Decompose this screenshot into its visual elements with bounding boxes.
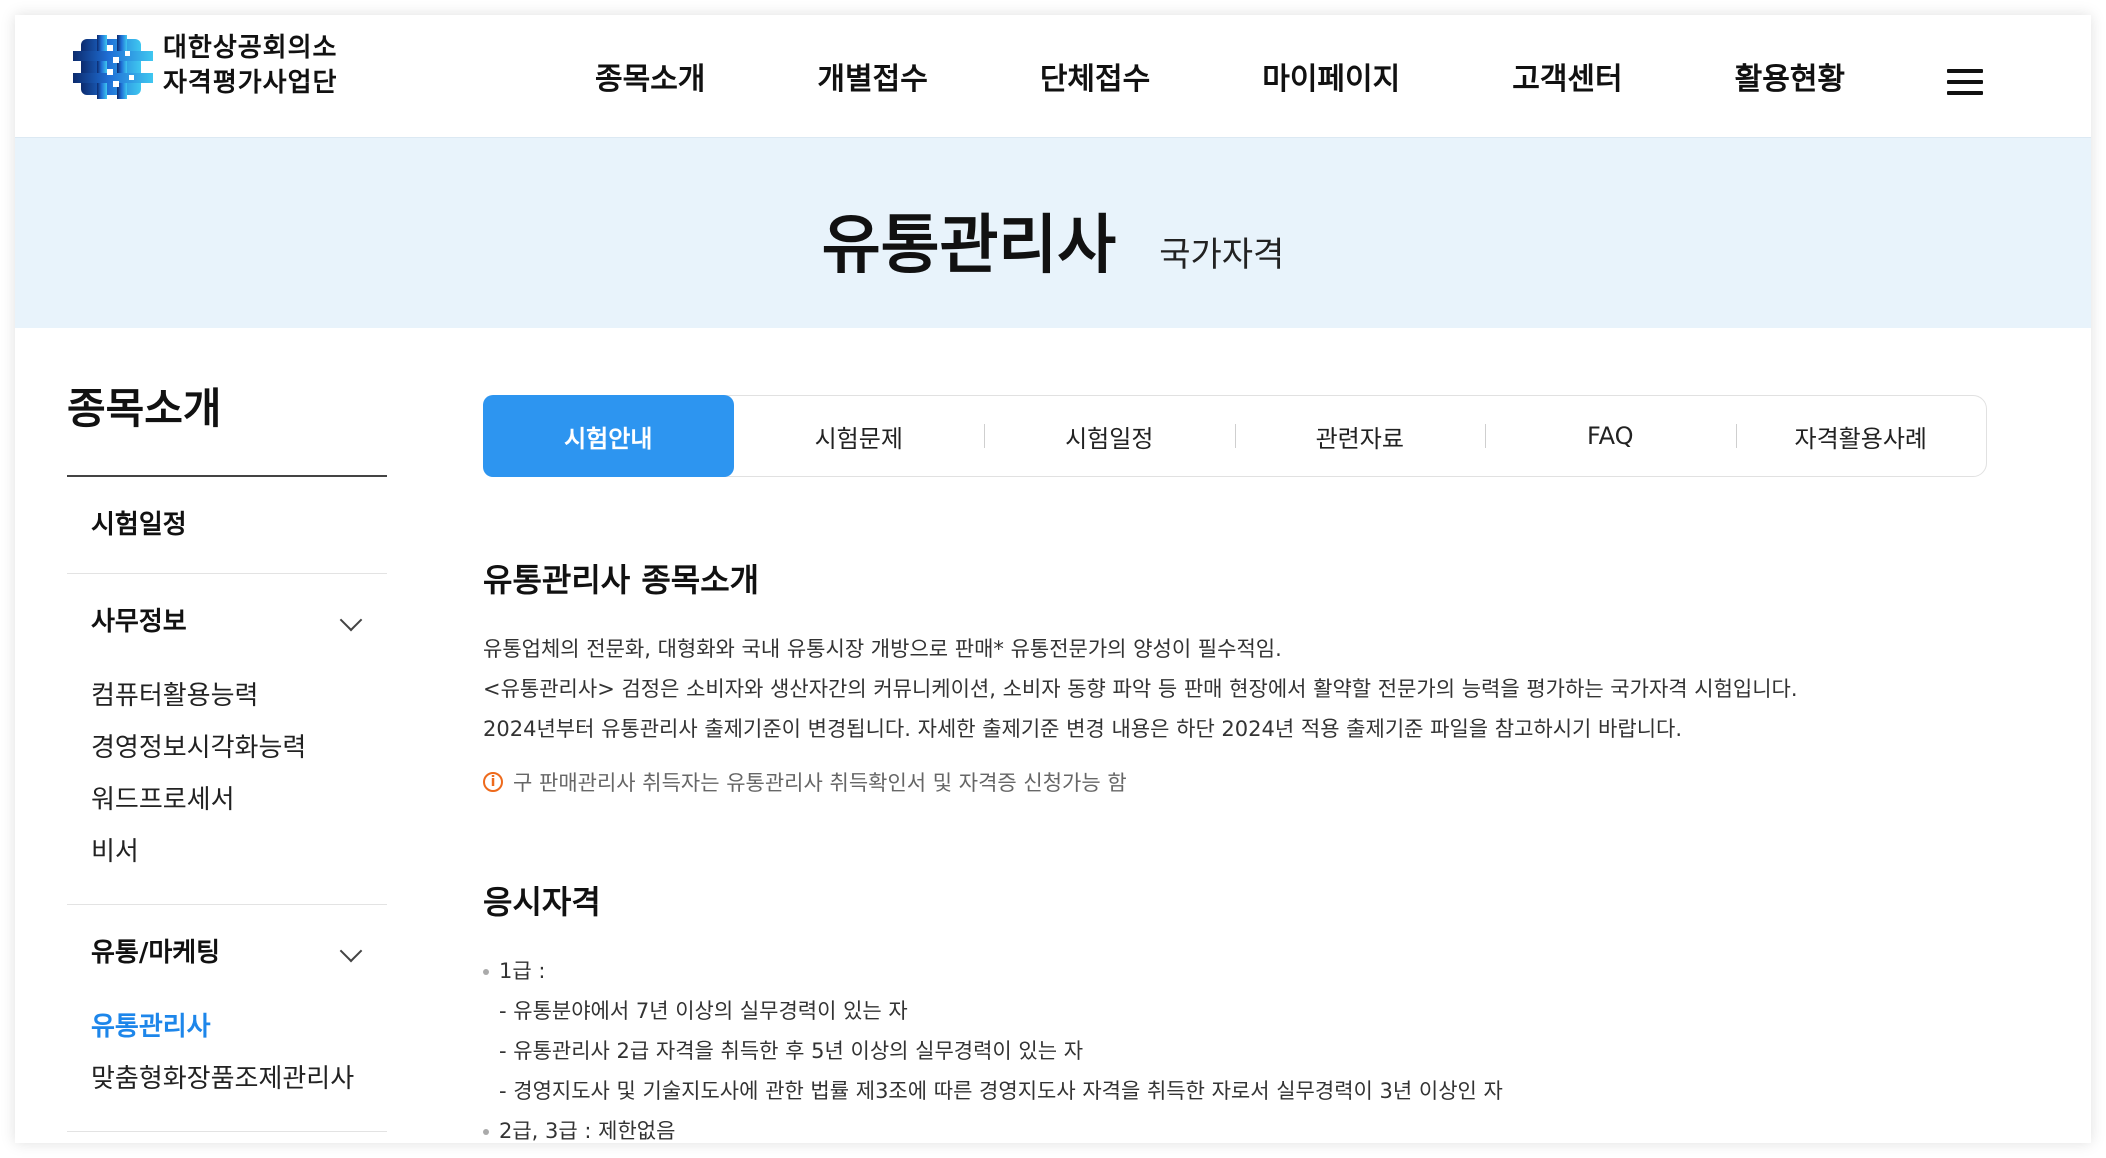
nav-item-intro[interactable]: 종목소개 bbox=[595, 54, 705, 98]
sidebar-item-computer-skills[interactable]: 컴퓨터활용능력 bbox=[67, 670, 387, 722]
page-title: 유통관리사 bbox=[821, 209, 1117, 283]
tab-label: 관련자료 bbox=[1315, 424, 1404, 453]
sidebar: 종목소개 시험일정 사무정보 컴퓨터활용능력 경영정보시각화능력 워드프로세서 … bbox=[67, 375, 387, 1132]
tab-resources[interactable]: 관련자료 bbox=[1234, 396, 1486, 476]
eligibility-grade1: 1급 : bbox=[483, 951, 2043, 991]
intro-paragraph: <유통관리사> 검정은 소비자와 생산자간의 커뮤니케이션, 소비자 동향 파악… bbox=[483, 677, 1798, 701]
sidebar-item-exam-schedule[interactable]: 시험일정 bbox=[67, 477, 387, 574]
sidebar-item-cosmetics-manager[interactable]: 맞춤형화장품조제관리사 bbox=[67, 1053, 387, 1105]
sidebar-group-label: 사무정보 bbox=[91, 607, 187, 637]
tab-label: 자격활용사례 bbox=[1794, 424, 1927, 453]
page-subtitle: 국가자격 bbox=[1159, 235, 1285, 275]
content-tabs: 시험안내 시험문제 시험일정 관련자료 FAQ 자격활용사례 bbox=[483, 395, 1987, 477]
eligibility-section: 응시자격 1급 : - 유통분야에서 7년 이상의 실무경력이 있는 자 - 유… bbox=[483, 877, 2043, 1143]
logo-text: 대한상공회의소 자격평가사업단 bbox=[163, 31, 337, 101]
sidebar-group-distribution: 유통/마케팅 유통관리사 맞춤형화장품조제관리사 bbox=[67, 905, 387, 1132]
notice-text: 구 판매관리사 취득자는 유통관리사 취득확인서 및 자격증 신청가능 함 bbox=[513, 771, 1127, 795]
page-banner: 유통관리사 국가자격 bbox=[15, 137, 2091, 328]
tab-label: FAQ bbox=[1587, 422, 1634, 450]
tab-exam-schedule[interactable]: 시험일정 bbox=[984, 396, 1235, 476]
sidebar-group-label: 유통/마케팅 bbox=[91, 938, 221, 968]
sidebar-group-office: 사무정보 컴퓨터활용능력 경영정보시각화능력 워드프로세서 비서 bbox=[67, 574, 387, 905]
sidebar-item-bi-visualization[interactable]: 경영정보시각화능력 bbox=[67, 722, 387, 774]
info-icon: i bbox=[483, 772, 503, 792]
sidebar-item-secretary[interactable]: 비서 bbox=[67, 826, 387, 878]
tab-exam-questions[interactable]: 시험문제 bbox=[734, 396, 985, 476]
menu-hamburger-icon[interactable] bbox=[1947, 69, 1983, 95]
eligibility-item: - 유통관리사 2급 자격을 취득한 후 5년 이상의 실무경력이 있는 자 bbox=[499, 1039, 1084, 1063]
logo-gear-icon bbox=[73, 35, 153, 99]
intro-paragraph: 유통업체의 전문화, 대형화와 국내 유통시장 개방으로 판매* 유통전문가의 … bbox=[483, 637, 1282, 661]
eligibility-item: - 경영지도사 및 기술지도사에 관한 법률 제3조에 따른 경영지도사 자격을… bbox=[499, 1079, 1503, 1103]
sidebar-group-office-toggle[interactable]: 사무정보 bbox=[67, 574, 387, 670]
site-logo[interactable]: 대한상공회의소 자격평가사업단 bbox=[67, 29, 377, 105]
sidebar-item-distribution-manager[interactable]: 유통관리사 bbox=[67, 1001, 387, 1053]
logo-line-2: 자격평가사업단 bbox=[163, 68, 338, 98]
tab-label: 시험문제 bbox=[814, 424, 903, 453]
tab-divider bbox=[1234, 424, 1236, 448]
logo-line-1: 대한상공회의소 bbox=[163, 33, 338, 63]
sidebar-group-distribution-toggle[interactable]: 유통/마케팅 bbox=[67, 905, 387, 1001]
chevron-down-icon bbox=[339, 608, 363, 632]
eligibility-grade23: 2급, 3급 : 제한없음 bbox=[483, 1111, 2043, 1143]
tab-exam-guide[interactable]: 시험안내 bbox=[483, 395, 734, 477]
nav-item-customer-center[interactable]: 고객센터 bbox=[1512, 54, 1622, 98]
intro-heading: 유통관리사 종목소개 bbox=[483, 561, 760, 599]
main-nav: 종목소개 개별접수 단체접수 마이페이지 고객센터 활용현황 bbox=[595, 15, 1845, 137]
sidebar-title: 종목소개 bbox=[67, 375, 387, 477]
eligibility-heading: 응시자격 bbox=[483, 883, 601, 921]
notice-line: i 구 판매관리사 취득자는 유통관리사 취득확인서 및 자격증 신청가능 함 bbox=[483, 767, 2043, 797]
nav-item-individual-apply[interactable]: 개별접수 bbox=[817, 54, 927, 98]
tab-label: 시험일정 bbox=[1065, 424, 1154, 453]
nav-item-group-apply[interactable]: 단체접수 bbox=[1040, 54, 1150, 98]
tab-divider bbox=[1485, 424, 1486, 448]
eligibility-item: - 유통분야에서 7년 이상의 실무경력이 있는 자 bbox=[499, 999, 908, 1023]
tab-divider bbox=[1735, 424, 1737, 448]
sidebar-item-word-processor[interactable]: 워드프로세서 bbox=[67, 774, 387, 826]
nav-item-usage-status[interactable]: 활용현황 bbox=[1735, 54, 1845, 98]
site-header: 대한상공회의소 자격평가사업단 종목소개 개별접수 단체접수 마이페이지 고객센… bbox=[15, 15, 2091, 137]
chevron-down-icon bbox=[339, 939, 363, 963]
tab-divider bbox=[984, 424, 985, 448]
main-content: 유통관리사 종목소개 유통업체의 전문화, 대형화와 국내 유통시장 개방으로 … bbox=[483, 555, 2043, 1143]
tab-usage-cases[interactable]: 자격활용사례 bbox=[1735, 396, 1987, 476]
page-frame: 대한상공회의소 자격평가사업단 종목소개 개별접수 단체접수 마이페이지 고객센… bbox=[15, 15, 2091, 1143]
intro-paragraph: 2024년부터 유통관리사 출제기준이 변경됩니다. 자세한 출제기준 변경 내… bbox=[483, 717, 1683, 741]
tab-faq[interactable]: FAQ bbox=[1485, 396, 1736, 476]
nav-item-mypage[interactable]: 마이페이지 bbox=[1262, 54, 1400, 98]
